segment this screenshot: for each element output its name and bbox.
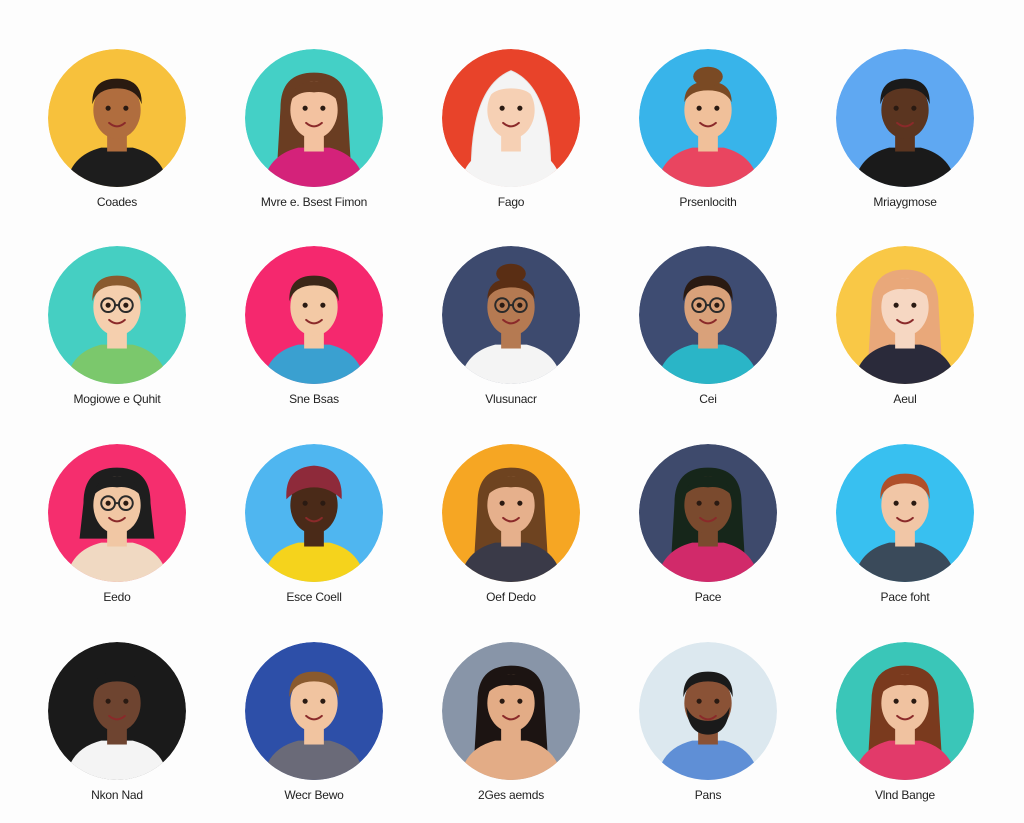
avatar[interactable] [442, 444, 580, 582]
avatar-illustration [836, 49, 974, 187]
profile-card[interactable]: 2Ges aemds [431, 642, 591, 822]
avatar-illustration [442, 49, 580, 187]
avatar-illustration [442, 444, 580, 582]
profile-name: Oef Dedo [486, 590, 536, 604]
profile-card[interactable]: Pans [628, 642, 788, 822]
avatar-illustration [836, 444, 974, 582]
profile-name: Coades [96, 195, 138, 209]
avatar-illustration [639, 444, 777, 582]
profile-card[interactable]: Vlusunacr [431, 246, 591, 426]
avatar[interactable] [245, 444, 383, 582]
avatar[interactable] [245, 642, 383, 780]
profile-card[interactable]: Eedo [37, 444, 197, 624]
avatar[interactable] [442, 246, 580, 384]
profile-card[interactable]: Vlnd Bange [825, 642, 985, 822]
profile-name: Pace [694, 590, 722, 604]
avatar[interactable] [836, 49, 974, 187]
avatar-illustration [442, 642, 580, 780]
avatar-illustration [639, 246, 777, 384]
profile-name: Sne Bsas [289, 392, 339, 406]
avatar[interactable] [639, 49, 777, 187]
profile-card[interactable]: Mvre e. Bsest Fimon [234, 49, 394, 229]
profile-name: Vlnd Bange [874, 788, 936, 802]
avatar[interactable] [48, 246, 186, 384]
avatar[interactable] [639, 642, 777, 780]
profile-name: Nkon Nad [91, 788, 143, 802]
avatar-illustration [442, 246, 580, 384]
avatar[interactable] [836, 642, 974, 780]
profile-name: Mvre e. Bsest Fimon [260, 195, 368, 209]
avatar[interactable] [836, 444, 974, 582]
profile-name: Fago [497, 195, 525, 209]
avatar-illustration [639, 49, 777, 187]
avatar[interactable] [245, 49, 383, 187]
avatar[interactable] [245, 246, 383, 384]
profile-card[interactable]: Pace [628, 444, 788, 624]
avatar-illustration [245, 246, 383, 384]
profile-card[interactable]: Fago [431, 49, 591, 229]
avatar[interactable] [48, 642, 186, 780]
avatar[interactable] [639, 246, 777, 384]
avatar-illustration [48, 642, 186, 780]
profile-name: Cei [699, 392, 717, 406]
profile-card[interactable]: Pace foht [825, 444, 985, 624]
avatar[interactable] [836, 246, 974, 384]
avatar[interactable] [442, 49, 580, 187]
avatar-illustration [836, 642, 974, 780]
profile-name: Eedo [103, 590, 131, 604]
profile-card[interactable]: Mogiowe e Quhit [37, 246, 197, 426]
avatar[interactable] [48, 49, 186, 187]
avatar-illustration [245, 444, 383, 582]
avatar-illustration [836, 246, 974, 384]
avatar-illustration [245, 49, 383, 187]
avatar-illustration [245, 642, 383, 780]
profile-name: 2Ges aemds [477, 788, 545, 802]
profile-name: Mriaygmose [873, 195, 937, 209]
avatar-illustration [48, 49, 186, 187]
profile-card[interactable]: Coades [37, 49, 197, 229]
avatar[interactable] [639, 444, 777, 582]
profile-name: Pace foht [880, 590, 930, 604]
profile-card[interactable]: Prsenlocith [628, 49, 788, 229]
avatar-grid: Coades Mvre e. Bsest Fimon Fago Prsenlocith… [0, 0, 1024, 823]
avatar-illustration [48, 444, 186, 582]
profile-card[interactable]: Aeul [825, 246, 985, 426]
avatar-illustration [48, 246, 186, 384]
profile-card[interactable]: Mriaygmose [825, 49, 985, 229]
profile-name: Mogiowe e Quhit [73, 392, 161, 406]
profile-card[interactable]: Cei [628, 246, 788, 426]
profile-card[interactable]: Esce Coell [234, 444, 394, 624]
profile-name: Wecr Bewo [284, 788, 344, 802]
avatar[interactable] [48, 444, 186, 582]
profile-name: Prsenlocith [679, 195, 737, 209]
profile-card[interactable]: Oef Dedo [431, 444, 591, 624]
profile-card[interactable]: Wecr Bewo [234, 642, 394, 822]
profile-name: Pans [694, 788, 722, 802]
avatar[interactable] [442, 642, 580, 780]
avatar-illustration [639, 642, 777, 780]
profile-name: Esce Coell [286, 590, 342, 604]
profile-card[interactable]: Nkon Nad [37, 642, 197, 822]
profile-card[interactable]: Sne Bsas [234, 246, 394, 426]
profile-name: Vlusunacr [485, 392, 537, 406]
profile-name: Aeul [893, 392, 917, 406]
